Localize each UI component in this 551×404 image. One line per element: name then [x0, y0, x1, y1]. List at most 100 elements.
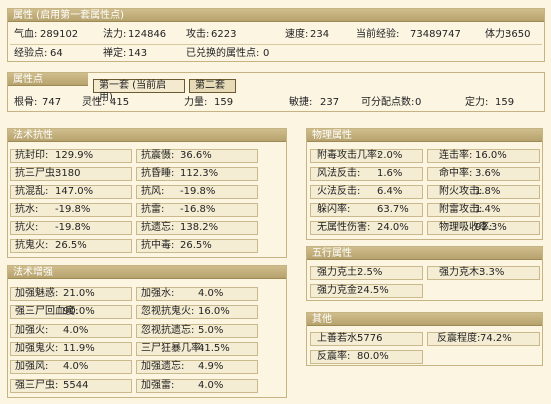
- stat-value: 0: [415, 97, 422, 108]
- stat-value: 747: [42, 97, 62, 108]
- stat-value: 11.9%: [63, 342, 95, 354]
- attributes-panel: 属性 (启用第一套属性点) 气血: 289102 法力: 124846 攻击: 6223 速…: [7, 8, 545, 62]
- stat-label: 强力克木:: [439, 267, 483, 278]
- stat-value: 4.0%: [63, 324, 89, 336]
- stat-value: 24.0%: [377, 222, 409, 233]
- stat-label: 抗鬼火:: [15, 240, 49, 251]
- stat-label: 风法反击:: [317, 168, 361, 179]
- stat-label: 根骨:: [14, 97, 38, 108]
- stat-value: 73489747: [410, 29, 461, 40]
- stat-label: 加强火:: [15, 324, 49, 336]
- stat-value: 415: [110, 97, 130, 108]
- stat-label: 抗混乱:: [15, 186, 49, 197]
- stat-value: -19.8%: [55, 204, 91, 215]
- stat-label: 加强鬼火:: [15, 342, 59, 354]
- stat-value: -19.8%: [180, 186, 216, 197]
- stat-value: 129.9%: [55, 150, 94, 161]
- attribute-points-panel: 属性点 第一套 (当前启用) 第二套 根骨: 747 灵性: 415 力量: 159 敏捷:…: [7, 72, 545, 112]
- stat-value: 36.6%: [180, 150, 212, 161]
- stat-label: 反震程度:: [437, 333, 481, 344]
- stat-label: 加强风:: [15, 361, 49, 373]
- stat-value: 124846: [128, 29, 167, 40]
- stat-value: 234: [310, 29, 330, 40]
- stat-value: 3.3%: [479, 267, 505, 278]
- stat-value: 3.6%: [475, 168, 501, 179]
- spell-resistance-title: 法术抗性: [8, 129, 286, 142]
- stat-label: 攻击:: [186, 29, 210, 40]
- stat-label: 法力:: [103, 29, 127, 40]
- stat-label: 抗雷:: [141, 204, 165, 215]
- stat-label: 抗水:: [15, 204, 39, 215]
- stat-label: 加强水:: [141, 288, 175, 299]
- stat-value: 1.6%: [377, 168, 403, 179]
- stat-label: 定力:: [465, 97, 489, 108]
- row-divider: [10, 44, 542, 45]
- stat-label: 气血:: [14, 29, 38, 40]
- tab-set-two[interactable]: 第二套: [189, 79, 236, 93]
- stat-label: 抗三尸虫:: [15, 168, 59, 179]
- stat-value: 159: [214, 97, 234, 108]
- stat-value: 138.2%: [180, 222, 219, 233]
- spell-boost-panel: 法术增强 加强魅惑: 21.0% 加强水: 4.0% 强三尸回血度: 90.0% 忽视抗鬼火…: [7, 265, 287, 398]
- stat-label: 灵性:: [82, 97, 106, 108]
- stat-label: 无属性伤害:: [317, 222, 371, 233]
- stat-label: 附毒攻击几率:: [317, 150, 381, 161]
- stat-value: 63.7%: [377, 204, 409, 215]
- stat-label: 已兑换的属性点:: [186, 48, 260, 59]
- stat-label: 忽视抗遗忘:: [141, 324, 195, 336]
- stat-value: 1.4%: [475, 204, 501, 215]
- stat-value: 5.0%: [198, 324, 224, 336]
- stat-value: 3180: [55, 168, 81, 179]
- stat-label: 躲闪率:: [317, 204, 351, 215]
- stat-value: -19.8%: [55, 222, 91, 233]
- stat-label: 三尸狂暴几率:: [141, 342, 205, 354]
- spell-boost-title: 法术增强: [8, 266, 286, 279]
- stat-value: 4.9%: [198, 361, 224, 373]
- spell-resistance-panel: 法术抗性 抗封印: 129.9% 抗震慑: 36.6% 抗三尸虫: 3180 抗昏睡: 112…: [7, 128, 287, 258]
- stat-label: 速度:: [285, 29, 309, 40]
- stat-label: 忽视抗鬼火:: [141, 306, 195, 318]
- stat-value: 0: [263, 48, 270, 59]
- stat-label: 当前经验:: [356, 29, 400, 40]
- stat-value: 92.3%: [475, 222, 507, 233]
- stat-label: 强三尸虫:: [15, 379, 59, 391]
- stat-label: 可分配点数:: [361, 97, 415, 108]
- stat-value: 4.0%: [198, 379, 224, 391]
- stat-label: 反震率:: [317, 351, 351, 362]
- stat-value: 4.0%: [63, 361, 89, 373]
- stat-value: 289102: [40, 29, 79, 40]
- stat-label: 上善若水:: [317, 333, 361, 344]
- stat-label: 抗震慑:: [141, 150, 175, 161]
- stat-value: 16.0%: [198, 306, 230, 318]
- stat-value: 143: [128, 48, 148, 59]
- physical-title: 物理属性: [307, 129, 542, 142]
- five-elements-panel: 五行属性 强力克土: 2.5% 强力克木: 3.3% 强力克金: 24.5%: [306, 246, 543, 301]
- stat-label: 火法反击:: [317, 186, 361, 197]
- other-title: 其他: [307, 313, 542, 326]
- stat-value: 159: [495, 97, 515, 108]
- stat-value: 6223: [211, 29, 237, 40]
- stat-value: 112.3%: [180, 168, 219, 179]
- stat-label: 命中率:: [439, 168, 473, 179]
- stat-label: 强力克金:: [317, 285, 361, 296]
- stat-value: 26.5%: [180, 240, 212, 251]
- stat-value: 3650: [505, 29, 531, 40]
- stat-value: 6.4%: [377, 186, 403, 197]
- stat-label: 加强遗忘:: [141, 361, 185, 373]
- other-panel: 其他 上善若水: 5776 反震程度: 74.2% 反震率: 80.0%: [306, 312, 543, 366]
- tab-set-one[interactable]: 第一套 (当前启用): [93, 79, 185, 103]
- stat-value: 4.0%: [198, 288, 224, 299]
- stat-value: 21.0%: [63, 288, 95, 299]
- stat-label: 连击率:: [439, 150, 473, 161]
- stat-label: 强力克土:: [317, 267, 361, 278]
- stat-value: 2.5%: [357, 267, 383, 278]
- stat-value: 5544: [63, 379, 89, 391]
- stat-label: 抗中毒:: [141, 240, 175, 251]
- stat-label: 抗火:: [15, 222, 39, 233]
- stat-label: 加强魅惑:: [15, 288, 59, 299]
- stat-label: 禅定:: [103, 48, 127, 59]
- stat-value: 26.5%: [55, 240, 87, 251]
- stat-value: 74.2%: [480, 333, 512, 344]
- stat-value: 2.0%: [377, 150, 403, 161]
- stat-value: 147.0%: [55, 186, 94, 197]
